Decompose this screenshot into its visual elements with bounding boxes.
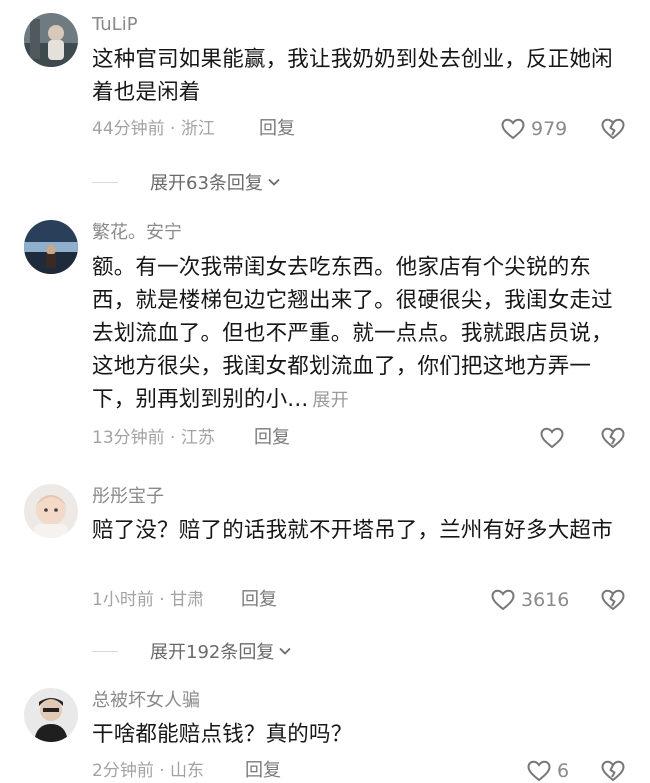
comment-text: 赔了没？赔了的话我就不开塔吊了，兰州有好多大超市 (92, 518, 613, 543)
broken-heart-icon (601, 589, 625, 611)
comment-text: 这种官司如果能赢，我让我奶奶到处去创业，反正她闲着也是闲着 (92, 47, 613, 105)
broken-heart-icon (601, 427, 625, 449)
dislike-button[interactable] (600, 759, 626, 783)
like-button[interactable] (539, 426, 565, 450)
comment-username[interactable]: TuLiP (92, 13, 138, 37)
reply-button[interactable]: 回复 (254, 426, 290, 450)
heart-outline-icon (540, 427, 564, 449)
divider-line (92, 181, 118, 183)
comment-meta: 13分钟前 · 江苏 (92, 428, 215, 448)
comment-text-body: 额。有一次我带闺女去吃东西。他家店有个尖锐的东西，就是楼梯包边它翘出来了。很硬很… (92, 255, 613, 412)
expand-replies-label: 展开192条回复 (150, 642, 275, 663)
comment-text: 额。有一次我带闺女去吃东西。他家店有个尖锐的东西，就是楼梯包边它翘出来了。很硬很… (92, 251, 622, 417)
expand-replies-button[interactable]: 展开192条回复 (92, 638, 292, 664)
comment-meta: 2分钟前 · 山东 (92, 761, 205, 781)
expand-text-button[interactable]: 展开 (312, 390, 348, 411)
dislike-button[interactable] (600, 426, 626, 450)
broken-heart-icon (601, 118, 625, 140)
chevron-down-icon (268, 178, 280, 186)
avatar[interactable] (24, 220, 78, 274)
like-count: 3616 (521, 589, 570, 611)
broken-heart-icon (601, 760, 625, 782)
chevron-down-icon (279, 647, 291, 655)
like-count: 6 (557, 760, 570, 782)
avatar[interactable] (24, 13, 78, 67)
like-button[interactable]: 979 (500, 117, 567, 141)
like-button[interactable]: 3616 (490, 588, 569, 612)
like-button[interactable]: 6 (526, 759, 569, 783)
expand-replies-label: 展开63条回复 (150, 173, 263, 194)
expand-replies-button[interactable]: 展开63条回复 (92, 169, 281, 195)
avatar[interactable] (24, 484, 78, 538)
heart-outline-icon (527, 760, 551, 782)
comment-username[interactable]: 繁花。安宁 (92, 221, 182, 245)
comment-meta: 44分钟前 · 浙江 (92, 119, 215, 139)
like-count: 979 (531, 118, 568, 140)
comment-username[interactable]: 彤彤宝子 (92, 485, 164, 509)
reply-button[interactable]: 回复 (241, 588, 277, 612)
avatar[interactable] (24, 688, 78, 742)
comment-username[interactable]: 总被坏女人骗 (92, 689, 200, 713)
heart-outline-icon (491, 589, 515, 611)
dislike-button[interactable] (600, 117, 626, 141)
divider-line (92, 650, 118, 652)
reply-button[interactable]: 回复 (245, 759, 281, 783)
comment-text: 干啥都能赔点钱？真的吗？ (92, 722, 353, 747)
heart-outline-icon (501, 118, 525, 140)
dislike-button[interactable] (600, 588, 626, 612)
comment-meta: 1小时前 · 甘肃 (92, 590, 205, 610)
reply-button[interactable]: 回复 (259, 117, 295, 141)
